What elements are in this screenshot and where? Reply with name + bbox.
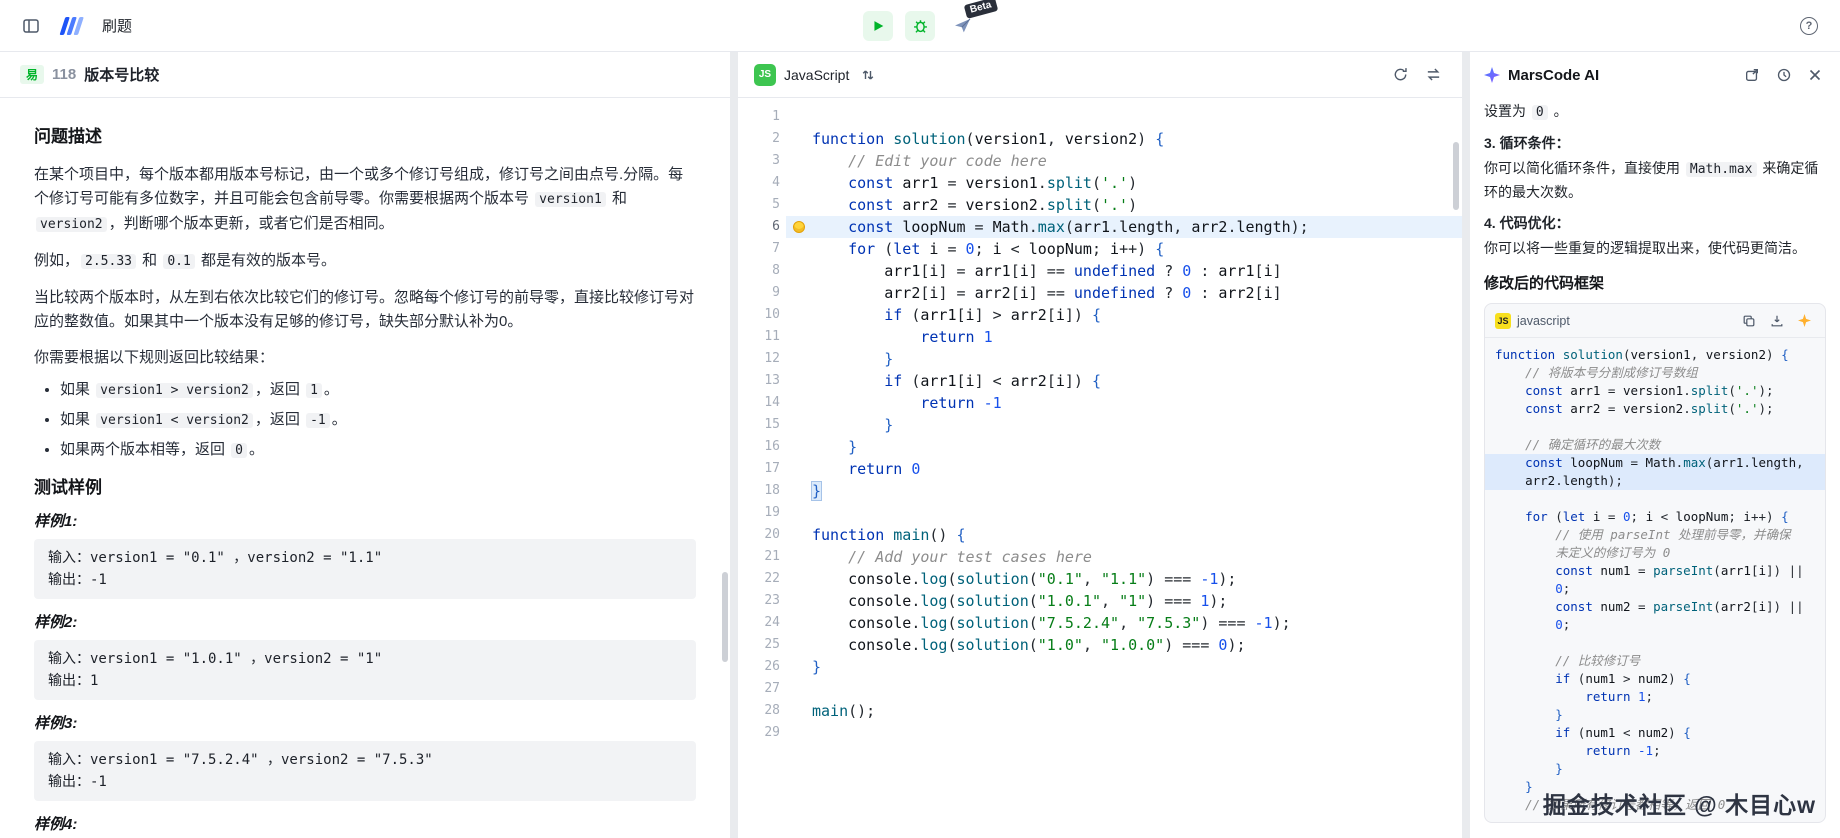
sample-2-block: 输入：version1 = "1.0.1" ，version2 = "1" 输出… xyxy=(34,640,696,700)
topbar: 刷题 Beta ? xyxy=(0,0,1840,52)
copy-icon xyxy=(1742,314,1756,328)
sample-2-input: 输入：version1 = "1.0.1" ，version2 = "1" xyxy=(48,651,383,667)
sample-3-input: 输入：version1 = "7.5.2.4" ，version2 = "7.5… xyxy=(48,752,433,768)
javascript-mini-icon: JS xyxy=(1495,312,1511,329)
code-editor[interactable]: 1 2 function solution(version1, version2)… xyxy=(738,98,1462,744)
problem-paragraph-4: 你需要根据以下规则返回比较结果： xyxy=(34,349,275,366)
export-chat-button[interactable] xyxy=(1740,63,1764,87)
play-icon xyxy=(870,18,886,34)
insert-icon xyxy=(1770,314,1784,328)
apply-sparkle-icon xyxy=(1798,314,1811,327)
code-language-label: javascript xyxy=(1517,313,1570,328)
sidebar-toggle-button[interactable] xyxy=(18,13,44,39)
problem-description-area[interactable]: 问题描述 在某个项目中，每个版本都用版本号标记，由一个或多个修订号组成，修订号之… xyxy=(0,98,730,838)
problem-paragraph-1: 在某个项目中，每个版本都用版本号标记，由一个或多个修订号组成，修订号之间由点号.… xyxy=(34,166,684,232)
ai-text-intro: 设置为 0 。 xyxy=(1484,103,1568,120)
marscode-ai-icon xyxy=(1484,67,1500,83)
nav-practice[interactable]: 刷题 xyxy=(102,15,132,36)
sidebar-toggle-icon xyxy=(22,17,40,35)
watermark: 掘金技术社区 @ 木目心w xyxy=(1542,792,1816,818)
rule-item-3: 如果两个版本相等，返回 0。 xyxy=(60,438,696,463)
sample-1-output: 输出：-1 xyxy=(48,572,107,588)
debug-button[interactable] xyxy=(905,10,935,41)
refresh-icon xyxy=(1392,66,1409,83)
framework-heading: 修改后的代码框架 xyxy=(1484,275,1605,292)
sample-1-block: 输入：version1 = "0.1" ，version2 = "1.1" 输出… xyxy=(34,539,696,599)
ai-code-content[interactable]: function solution(version1, version2) { … xyxy=(1485,338,1825,822)
problem-paragraph-3: 当比较两个版本时，从左到右依次比较它们的修订号。忽略每个修订号的前导零，直接比较… xyxy=(34,289,695,330)
ai-item-3-body: 你可以简化循环条件，直接使用 Math.max 来确定循环的最大次数。 xyxy=(1484,160,1819,200)
sample-4-label: 样例4: xyxy=(34,816,78,833)
ai-code-block: JS javascript function solution(version1… xyxy=(1484,303,1826,823)
samples-heading: 测试样例 xyxy=(34,478,102,497)
description-heading: 问题描述 xyxy=(34,127,102,146)
sample-3-output: 输出：-1 xyxy=(48,774,107,790)
apply-code-button[interactable] xyxy=(1794,310,1815,331)
problem-scrollbar[interactable] xyxy=(722,572,728,662)
copy-code-button[interactable] xyxy=(1738,310,1760,332)
rule-item-2: 如果 version1 < version2，返回 -1。 xyxy=(60,408,696,433)
difficulty-badge: 易 xyxy=(20,65,45,84)
sample-3-block: 输入：version1 = "7.5.2.4" ，version2 = "7.5… xyxy=(34,741,696,801)
bug-icon xyxy=(912,17,929,34)
problem-paragraph-2: 例如， 2.5.33 和 0.1 都是有效的版本号。 xyxy=(34,252,336,269)
sample-2-output: 输出：1 xyxy=(48,673,99,689)
ai-panel-title: MarsCode AI xyxy=(1508,66,1600,84)
ai-panel-header: MarsCode AI xyxy=(1470,52,1840,98)
ai-item-3-heading: 3. 循环条件： xyxy=(1484,135,1570,151)
editor-scrollbar[interactable] xyxy=(1453,142,1459,210)
reset-code-icon xyxy=(1425,66,1442,83)
help-icon: ? xyxy=(1800,16,1818,35)
marscode-ai-panel: MarsCode AI 设置为 0 。 3. 循环条件： 你可以简化循环条件，直… xyxy=(1470,52,1840,838)
sample-1-label: 样例1: xyxy=(34,513,78,530)
refresh-code-button[interactable] xyxy=(1388,62,1413,87)
history-icon xyxy=(1776,67,1792,83)
export-icon xyxy=(1744,67,1760,83)
problem-id: 118 xyxy=(52,66,77,83)
run-button[interactable] xyxy=(863,10,893,41)
rule-item-1: 如果 version1 > version2，返回 1。 xyxy=(60,378,696,403)
sample-3-label: 样例3: xyxy=(34,715,78,732)
close-icon xyxy=(1808,68,1822,82)
history-button[interactable] xyxy=(1772,63,1796,87)
ai-item-4-heading: 4. 代码优化： xyxy=(1484,215,1570,231)
javascript-logo-icon: JS xyxy=(754,63,776,86)
ai-item-4-body: 你可以将一些重复的逻辑提取出来，使代码更简洁。 xyxy=(1484,240,1806,256)
problem-header: 易 118 版本号比较 xyxy=(0,52,730,98)
editor-panel: JS JavaScript 1 2 function solution(vers… xyxy=(738,52,1462,838)
switch-language-button[interactable] xyxy=(857,64,879,86)
rules-list: 如果 version1 > version2，返回 1。 如果 version1… xyxy=(34,378,696,463)
paper-plane-icon xyxy=(953,16,972,35)
insert-code-button[interactable] xyxy=(1766,310,1788,332)
sample-1-input: 输入：version1 = "0.1" ，version2 = "1.1" xyxy=(48,550,383,566)
reset-code-button[interactable] xyxy=(1421,62,1446,87)
language-label: JavaScript xyxy=(784,66,850,83)
problem-title: 版本号比较 xyxy=(84,67,160,84)
ai-response-area[interactable]: 设置为 0 。 3. 循环条件： 你可以简化循环条件，直接使用 Math.max… xyxy=(1470,98,1840,823)
sample-2-label: 样例2: xyxy=(34,614,78,631)
close-panel-button[interactable] xyxy=(1804,64,1826,86)
help-button[interactable]: ? xyxy=(1796,13,1822,39)
problem-panel: 易 118 版本号比较 问题描述 在某个项目中，每个版本都用版本号标记，由一个或… xyxy=(0,52,730,838)
ai-code-block-header: JS javascript xyxy=(1485,304,1825,338)
switch-language-icon xyxy=(861,68,875,82)
app-window: 刷题 Beta ? 易 118 版本号比较 问题描述 在某个项目中，每个版本都用… xyxy=(0,0,1840,838)
beta-badge: Beta xyxy=(964,0,999,19)
marscode-logo xyxy=(58,15,88,37)
editor-header: JS JavaScript xyxy=(738,52,1462,98)
